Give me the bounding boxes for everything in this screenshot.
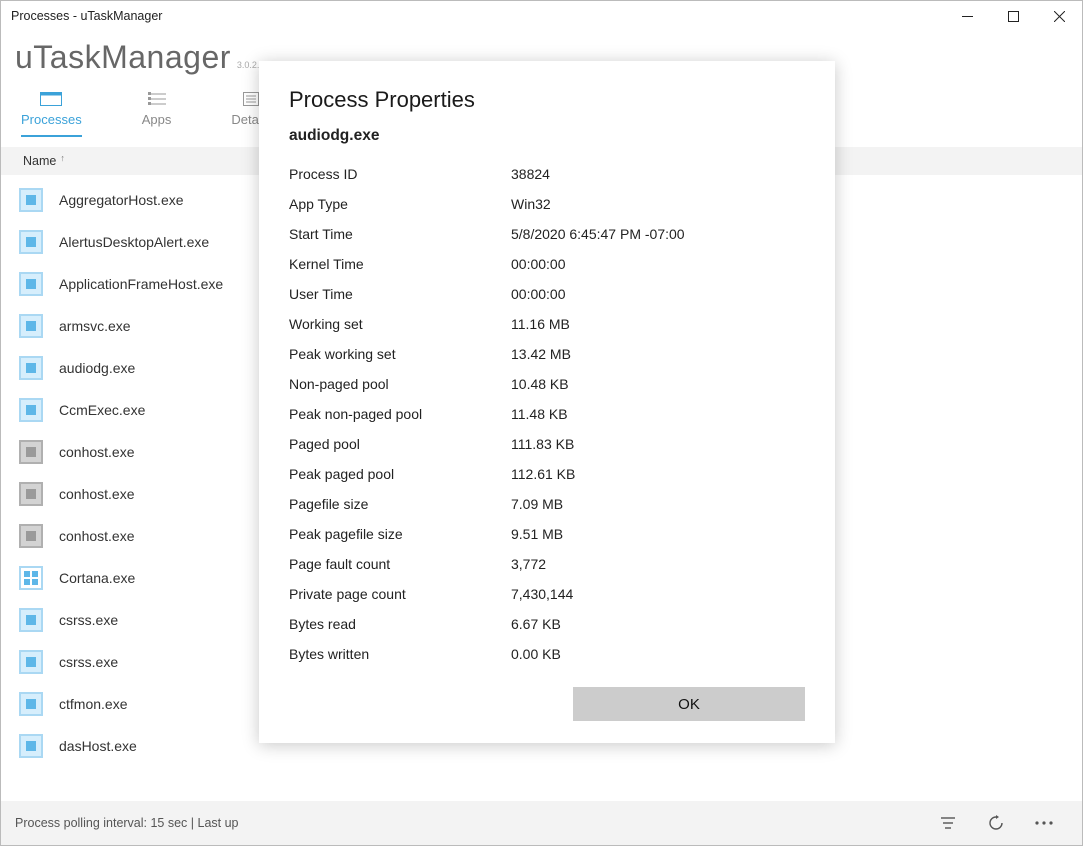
property-value: 3,772: [511, 556, 546, 572]
app-window: Processes - uTaskManager uTaskManager 3.…: [0, 0, 1083, 846]
property-row: Bytes read6.67 KB: [289, 609, 805, 639]
property-row: User Time00:00:00: [289, 279, 805, 309]
property-value: 00:00:00: [511, 286, 566, 302]
property-label: Working set: [289, 316, 511, 332]
property-label: Page fault count: [289, 556, 511, 572]
property-list: Process ID38824App TypeWin32Start Time5/…: [289, 159, 805, 669]
property-label: Private page count: [289, 586, 511, 602]
property-label: Bytes read: [289, 616, 511, 632]
property-row: Peak pagefile size9.51 MB: [289, 519, 805, 549]
property-value: 38824: [511, 166, 550, 182]
property-value: 9.51 MB: [511, 526, 563, 542]
property-value: 11.16 MB: [511, 316, 570, 332]
property-label: Kernel Time: [289, 256, 511, 272]
property-label: App Type: [289, 196, 511, 212]
property-row: Peak working set13.42 MB: [289, 339, 805, 369]
property-value: 111.83 KB: [511, 436, 574, 452]
property-row: Pagefile size7.09 MB: [289, 489, 805, 519]
property-row: Peak paged pool112.61 KB: [289, 459, 805, 489]
property-label: User Time: [289, 286, 511, 302]
property-value: 112.61 KB: [511, 466, 575, 482]
dialog-title: Process Properties: [289, 87, 805, 113]
property-value: 7.09 MB: [511, 496, 563, 512]
property-row: Start Time5/8/2020 6:45:47 PM -07:00: [289, 219, 805, 249]
property-row: App TypeWin32: [289, 189, 805, 219]
property-row: Private page count7,430,144: [289, 579, 805, 609]
property-label: Pagefile size: [289, 496, 511, 512]
property-row: Process ID38824: [289, 159, 805, 189]
property-row: Working set11.16 MB: [289, 309, 805, 339]
property-row: Peak non-paged pool11.48 KB: [289, 399, 805, 429]
property-label: Peak pagefile size: [289, 526, 511, 542]
property-value: 0.00 KB: [511, 646, 561, 662]
property-value: 11.48 KB: [511, 406, 568, 422]
property-label: Peak non-paged pool: [289, 406, 511, 422]
property-label: Bytes written: [289, 646, 511, 662]
property-label: Paged pool: [289, 436, 511, 452]
property-row: Paged pool111.83 KB: [289, 429, 805, 459]
property-label: Start Time: [289, 226, 511, 242]
property-value: 6.67 KB: [511, 616, 561, 632]
dialog-backdrop: Process Properties audiodg.exe Process I…: [1, 1, 1082, 845]
process-properties-dialog: Process Properties audiodg.exe Process I…: [259, 61, 835, 743]
property-value: 00:00:00: [511, 256, 566, 272]
dialog-process-name: audiodg.exe: [289, 127, 805, 145]
property-value: 5/8/2020 6:45:47 PM -07:00: [511, 226, 685, 242]
property-row: Page fault count3,772: [289, 549, 805, 579]
property-label: Non-paged pool: [289, 376, 511, 392]
property-row: Bytes written0.00 KB: [289, 639, 805, 669]
property-row: Kernel Time00:00:00: [289, 249, 805, 279]
property-label: Peak working set: [289, 346, 511, 362]
property-value: 10.48 KB: [511, 376, 569, 392]
ok-button[interactable]: OK: [573, 687, 805, 721]
property-value: Win32: [511, 196, 551, 212]
property-label: Peak paged pool: [289, 466, 511, 482]
property-row: Non-paged pool10.48 KB: [289, 369, 805, 399]
property-label: Process ID: [289, 166, 511, 182]
property-value: 7,430,144: [511, 586, 573, 602]
property-value: 13.42 MB: [511, 346, 571, 362]
